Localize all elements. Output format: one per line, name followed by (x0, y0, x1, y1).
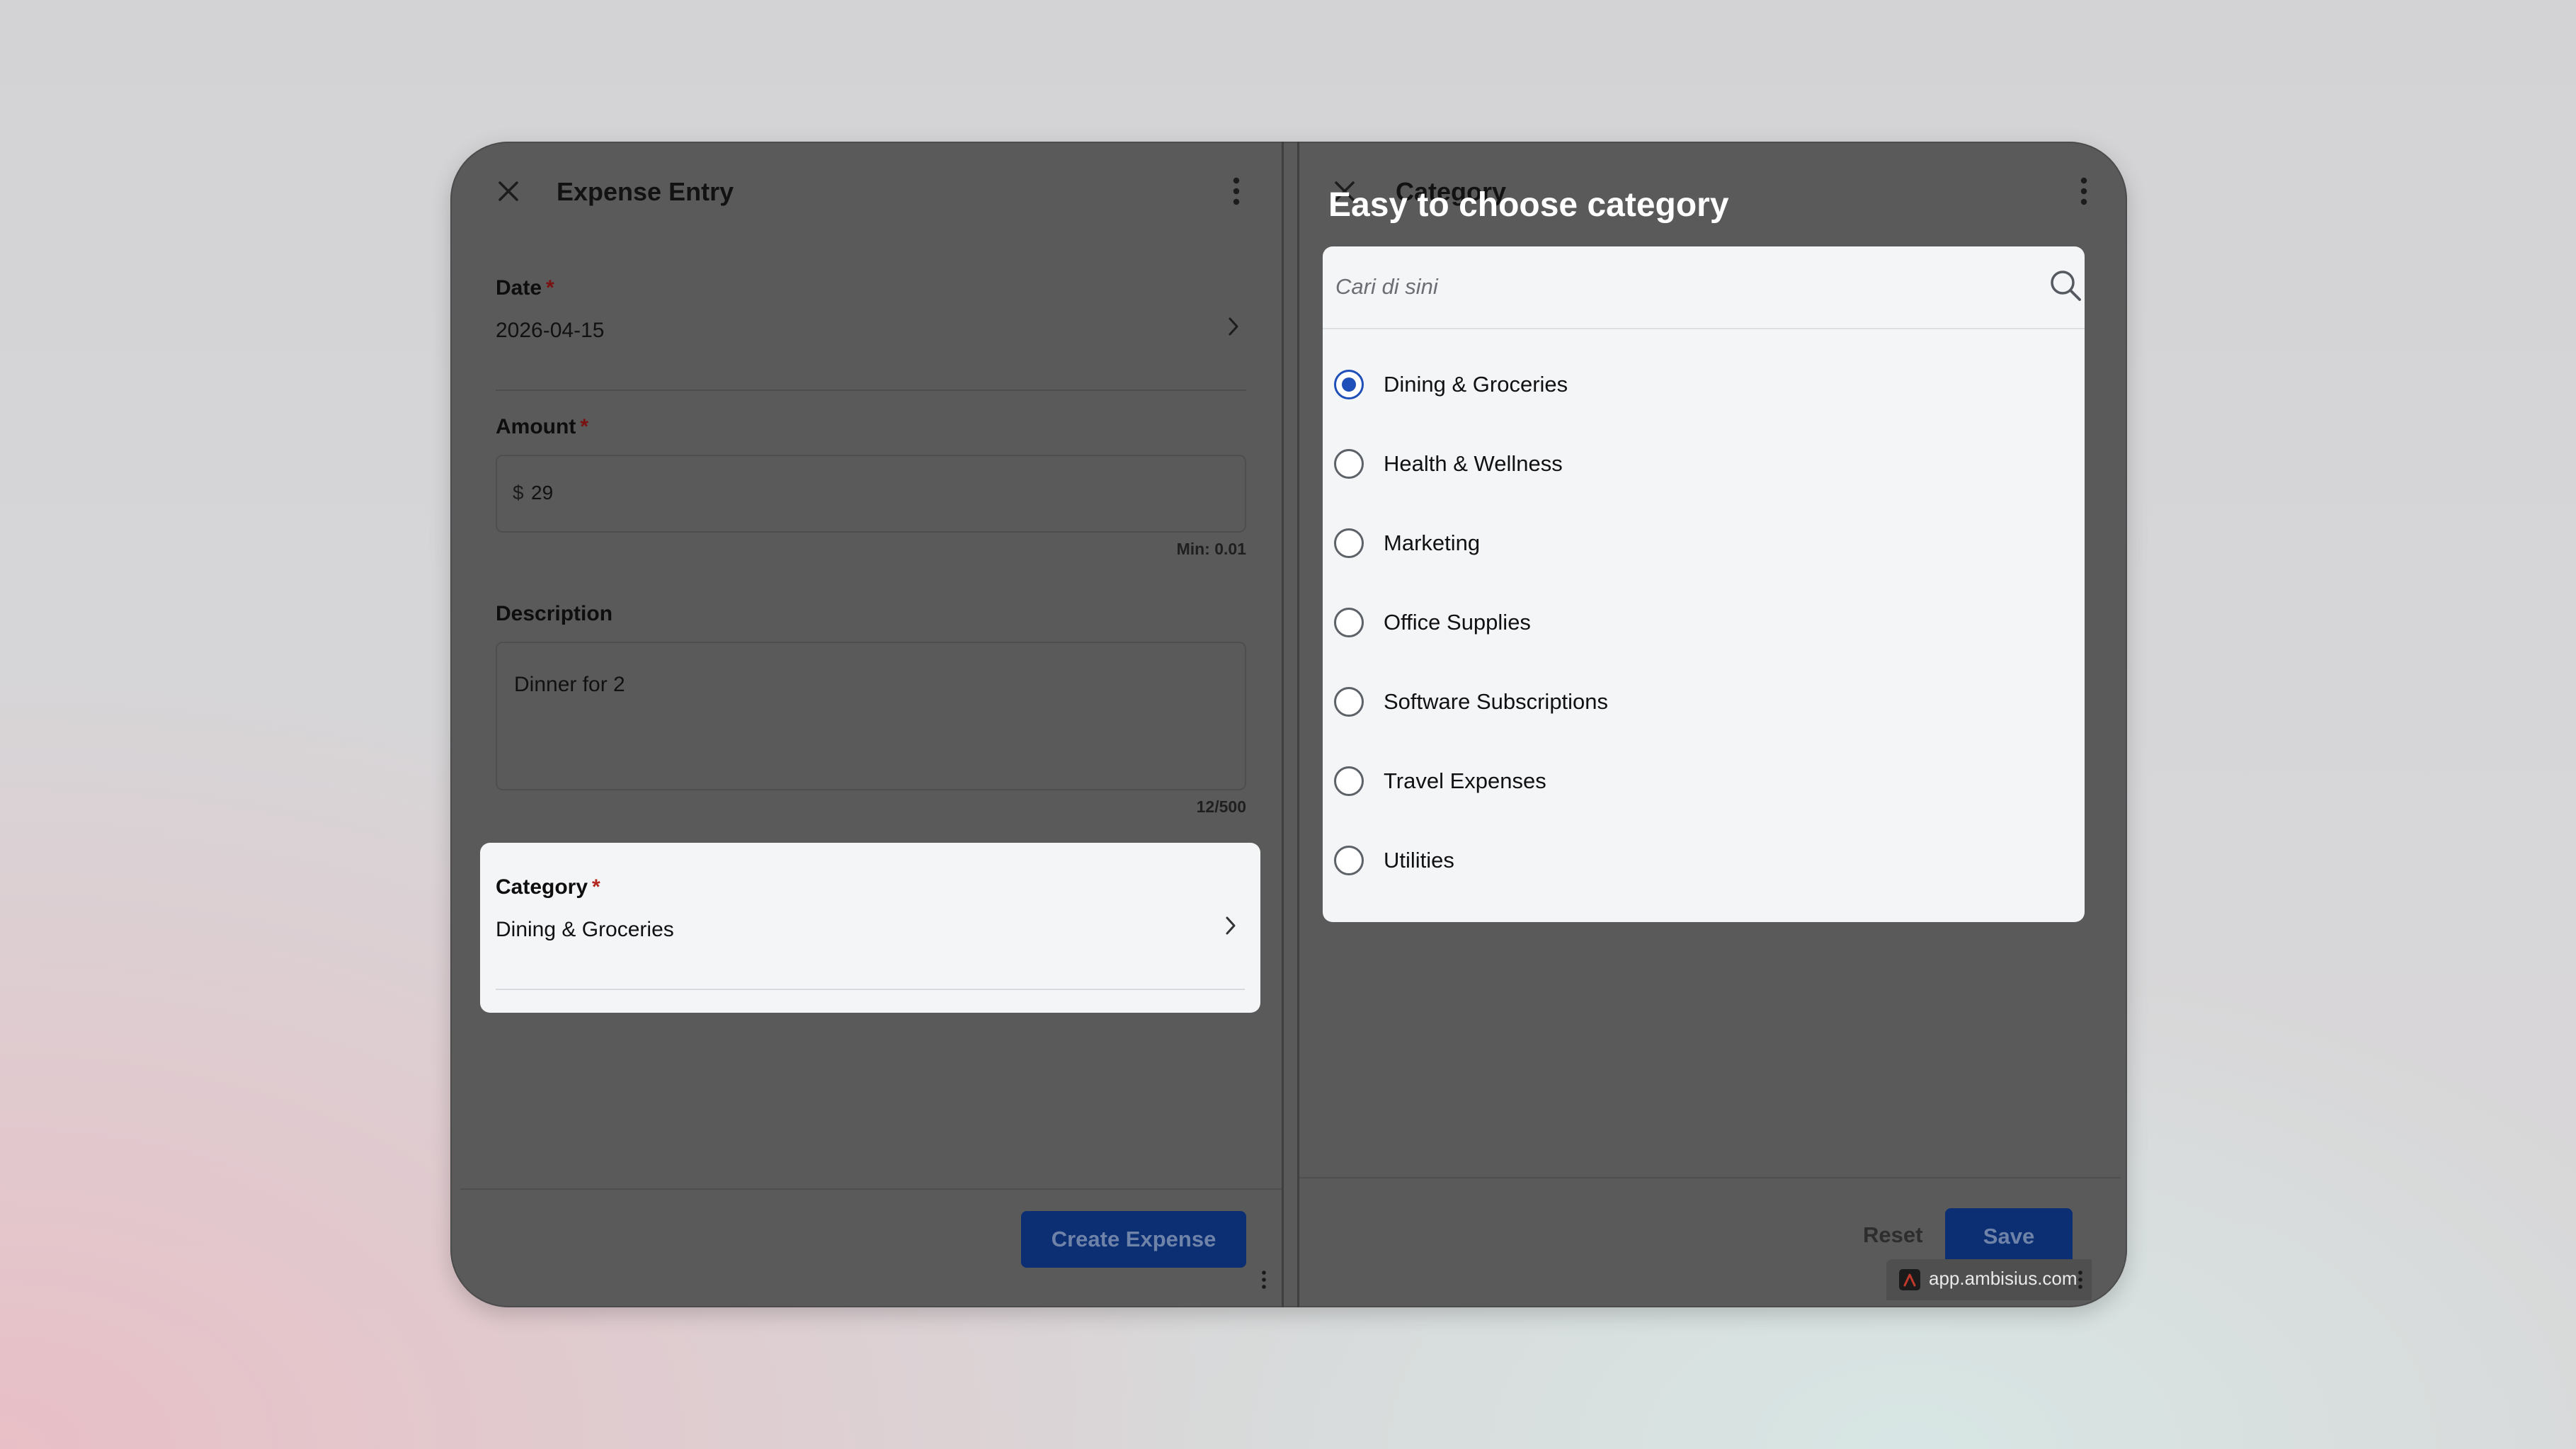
category-option-marketing[interactable]: Marketing (1323, 513, 2085, 576)
more-vert-icon[interactable] (1232, 177, 1241, 205)
description-counter: 12/500 (1196, 797, 1246, 816)
save-button[interactable]: Save (1945, 1208, 2073, 1265)
browser-url-chip[interactable]: app.ambisius.com (1886, 1259, 2092, 1300)
category-field[interactable]: Category * Dining & Groceries (480, 843, 1260, 1013)
category-option-software[interactable]: Software Subscriptions (1323, 671, 2085, 735)
option-label: Marketing (1384, 530, 1481, 555)
radio-unselected[interactable] (1334, 846, 1364, 875)
page-title: Expense Entry (557, 177, 734, 206)
radio-unselected[interactable] (1334, 449, 1364, 479)
expense-entry-pane: Expense Entry Date * 2026-04-15 Amount * $… (460, 142, 1284, 1307)
pane-handle-icon[interactable] (1260, 1271, 1267, 1289)
browser-url: app.ambisius.com (1929, 1268, 2078, 1289)
amount-hint: Min: 0.01 (1176, 540, 1246, 558)
category-option-dining[interactable]: Dining & Groceries (1323, 354, 2085, 418)
category-picker-sheet: Dining & Groceries Health & Wellness Mar… (1323, 246, 2085, 922)
radio-selected[interactable] (1334, 370, 1364, 399)
description-label: Description (496, 602, 613, 625)
radio-unselected[interactable] (1334, 766, 1364, 796)
category-option-office[interactable]: Office Supplies (1323, 592, 2085, 656)
option-label: Utilities (1384, 848, 1454, 873)
category-label: Category * (496, 875, 600, 899)
option-label: Office Supplies (1384, 610, 1531, 635)
amount-label: Amount * (496, 415, 588, 438)
description-textarea[interactable]: Dinner for 2 (496, 642, 1246, 790)
search-bar (1323, 246, 2085, 329)
date-value: 2026-04-15 (496, 319, 605, 342)
radio-unselected[interactable] (1334, 528, 1364, 558)
radio-unselected[interactable] (1334, 687, 1364, 717)
more-vert-icon[interactable] (2080, 177, 2088, 205)
date-label: Date * (496, 276, 554, 300)
option-label: Dining & Groceries (1384, 372, 1568, 397)
option-label: Software Subscriptions (1384, 689, 1609, 714)
category-option-health[interactable]: Health & Wellness (1323, 433, 2085, 497)
chevron-right-icon (1224, 915, 1238, 936)
close-icon[interactable] (496, 178, 521, 204)
currency-symbol: $ (513, 482, 524, 504)
search-icon[interactable] (2048, 268, 2083, 303)
category-option-travel[interactable]: Travel Expenses (1323, 751, 2085, 814)
site-logo-icon (1899, 1269, 1920, 1290)
chevron-right-icon (1226, 316, 1241, 337)
overlay-heading: Easy to choose category (1328, 186, 1729, 224)
radio-unselected[interactable] (1334, 608, 1364, 637)
category-value: Dining & Groceries (496, 918, 674, 941)
reset-button[interactable]: Reset (1863, 1222, 1922, 1248)
date-divider (496, 390, 1246, 391)
more-vert-icon[interactable] (2078, 1271, 2083, 1289)
amount-input[interactable]: $ 29 (496, 455, 1246, 533)
category-divider (496, 989, 1245, 990)
category-option-utilities[interactable]: Utilities (1323, 830, 2085, 894)
option-label: Travel Expenses (1384, 768, 1546, 793)
amount-value: 29 (531, 482, 554, 504)
create-expense-button[interactable]: Create Expense (1021, 1211, 1246, 1268)
search-input[interactable] (1334, 266, 2017, 307)
option-label: Health & Wellness (1384, 451, 1563, 476)
description-value: Dinner for 2 (514, 673, 625, 696)
